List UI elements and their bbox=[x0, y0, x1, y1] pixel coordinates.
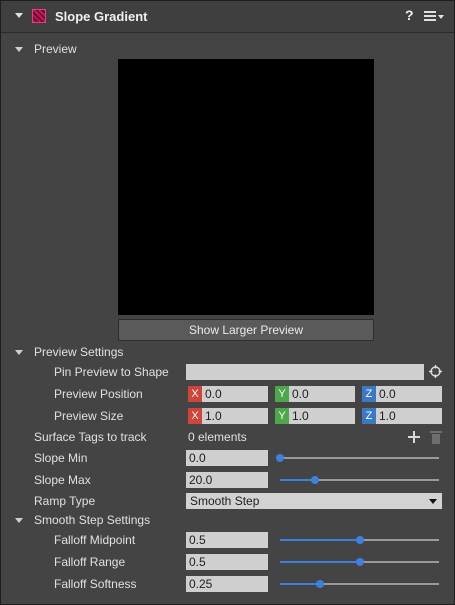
preview-section-label: Preview bbox=[34, 42, 77, 56]
slope-max-slider[interactable] bbox=[280, 476, 439, 484]
size-x-field[interactable]: 1.0 bbox=[202, 408, 268, 424]
preview-position-label: Preview Position bbox=[54, 387, 143, 401]
falloff-midpoint-slider-fill bbox=[280, 539, 360, 541]
falloff-midpoint-slider-thumb[interactable] bbox=[355, 536, 364, 544]
slope-min-label: Slope Min bbox=[34, 451, 88, 465]
position-y-axis-label: Y bbox=[275, 386, 289, 402]
falloff-softness-slider-fill bbox=[280, 583, 320, 585]
slope-max-slider-thumb[interactable] bbox=[310, 476, 319, 484]
chevron-down-icon bbox=[429, 499, 437, 504]
position-x-field[interactable]: 0.0 bbox=[202, 386, 268, 402]
component-title: Slope Gradient bbox=[55, 9, 148, 24]
target-picker-icon[interactable] bbox=[429, 365, 442, 378]
slope-min-slider[interactable] bbox=[276, 454, 439, 462]
size-y-field[interactable]: 1.0 bbox=[289, 408, 355, 424]
surface-tags-count: 0 elements bbox=[188, 430, 247, 444]
menu-caret-icon[interactable] bbox=[438, 15, 444, 19]
smooth-step-caret-icon[interactable] bbox=[15, 518, 23, 523]
ramp-type-select[interactable]: Smooth Step bbox=[186, 493, 442, 509]
surface-tags-label: Surface Tags to track bbox=[34, 430, 147, 444]
smooth-step-settings-label: Smooth Step Settings bbox=[34, 513, 151, 527]
position-z-axis-label: Z bbox=[362, 386, 376, 402]
pin-preview-field[interactable] bbox=[186, 364, 424, 380]
size-z-field[interactable]: 1.0 bbox=[376, 408, 442, 424]
menu-icon[interactable] bbox=[424, 11, 436, 22]
falloff-softness-field[interactable]: 0.25 bbox=[186, 576, 268, 592]
slope-max-label: Slope Max bbox=[34, 473, 91, 487]
collapse-caret-icon[interactable] bbox=[15, 13, 23, 18]
position-x-axis-label: X bbox=[188, 386, 202, 402]
falloff-midpoint-field[interactable]: 0.5 bbox=[186, 532, 268, 548]
ramp-type-label: Ramp Type bbox=[34, 494, 96, 508]
falloff-midpoint-slider[interactable] bbox=[280, 536, 439, 544]
falloff-range-slider[interactable] bbox=[280, 558, 439, 566]
component-panel: Slope Gradient ? Preview Show Larger Pre… bbox=[0, 0, 455, 605]
help-button[interactable]: ? bbox=[405, 7, 414, 23]
slope-gradient-icon bbox=[32, 9, 46, 23]
falloff-softness-slider[interactable] bbox=[280, 580, 439, 588]
falloff-range-slider-fill bbox=[280, 561, 360, 563]
slope-max-field[interactable]: 20.0 bbox=[186, 472, 268, 488]
preview-settings-label: Preview Settings bbox=[34, 345, 124, 359]
slope-min-slider-thumb[interactable] bbox=[276, 454, 284, 462]
size-y-axis-label: Y bbox=[275, 408, 289, 424]
size-z-axis-label: Z bbox=[362, 408, 376, 424]
preview-settings-caret-icon[interactable] bbox=[15, 350, 23, 355]
pin-preview-label: Pin Preview to Shape bbox=[54, 365, 169, 379]
ramp-type-value: Smooth Step bbox=[190, 494, 260, 508]
falloff-midpoint-label: Falloff Midpoint bbox=[54, 533, 136, 547]
component-header: Slope Gradient ? bbox=[1, 1, 454, 33]
size-x-axis-label: X bbox=[188, 408, 202, 424]
falloff-range-field[interactable]: 0.5 bbox=[186, 554, 268, 570]
falloff-range-label: Falloff Range bbox=[54, 555, 126, 569]
slope-min-field[interactable]: 0.0 bbox=[186, 450, 268, 466]
preview-image bbox=[118, 59, 374, 315]
trash-icon[interactable] bbox=[430, 431, 442, 444]
slope-max-slider-fill bbox=[280, 479, 315, 481]
position-y-field[interactable]: 0.0 bbox=[289, 386, 355, 402]
show-larger-preview-button[interactable]: Show Larger Preview bbox=[118, 319, 374, 341]
falloff-range-slider-thumb[interactable] bbox=[355, 558, 364, 566]
add-tag-icon[interactable] bbox=[407, 430, 421, 444]
position-z-field[interactable]: 0.0 bbox=[376, 386, 442, 402]
falloff-softness-label: Falloff Softness bbox=[54, 577, 137, 591]
preview-section-caret-icon[interactable] bbox=[15, 47, 23, 52]
falloff-softness-slider-thumb[interactable] bbox=[315, 580, 324, 588]
preview-size-label: Preview Size bbox=[54, 409, 124, 423]
